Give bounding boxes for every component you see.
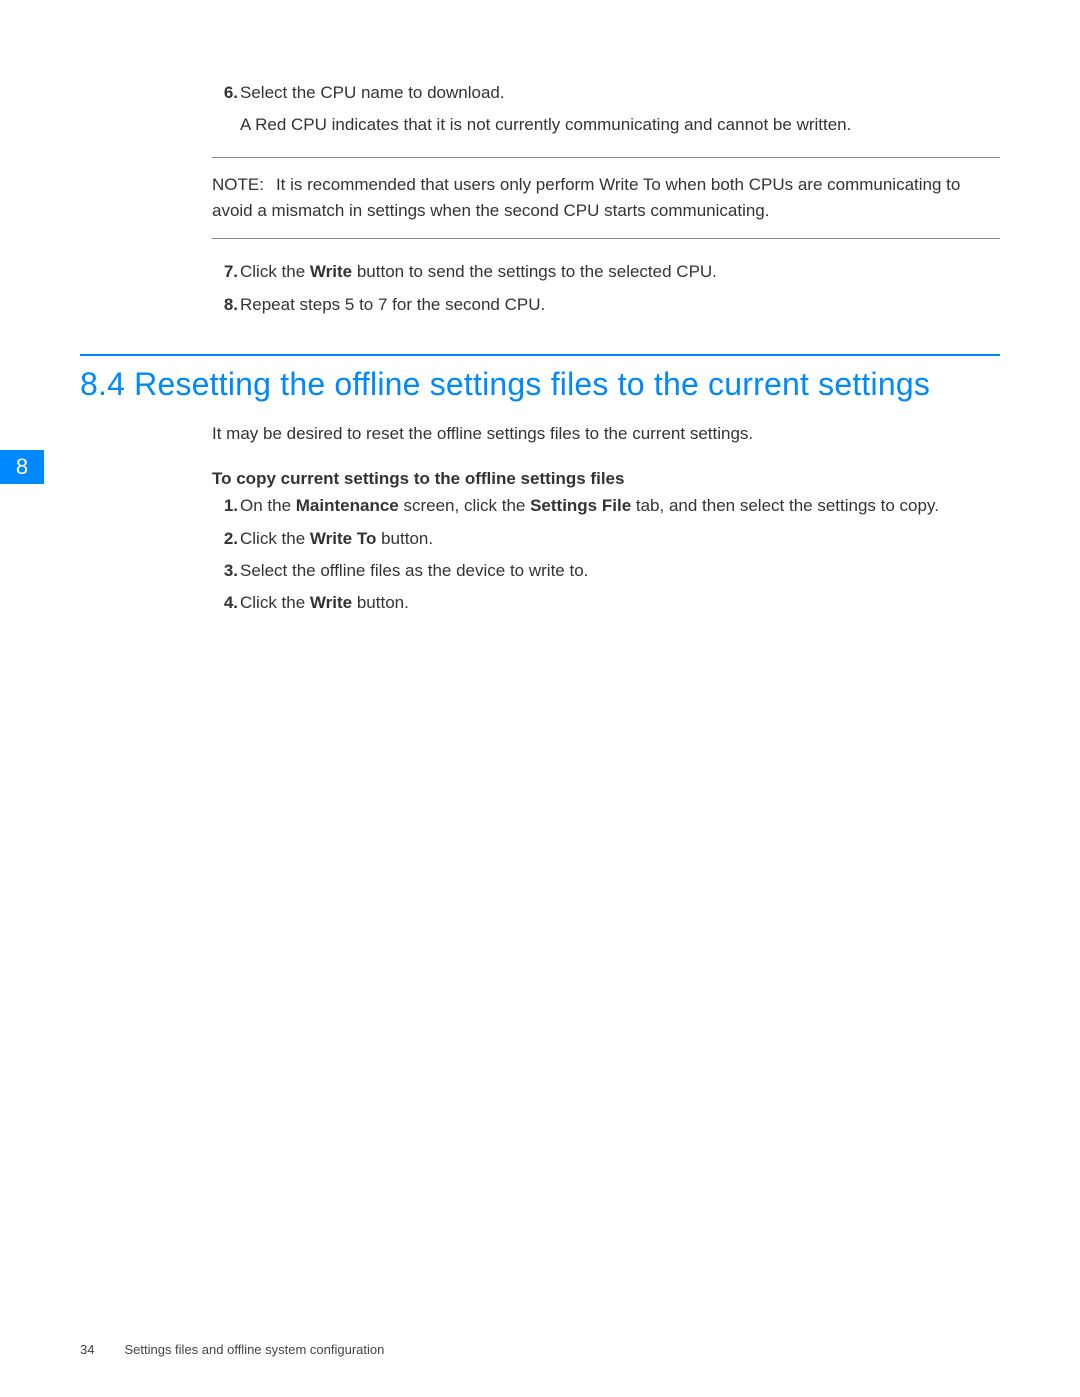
text-bold: Write <box>310 262 352 281</box>
step-7: 7. Click the Write button to send the se… <box>80 259 1000 285</box>
step-8: 8. Repeat steps 5 to 7 for the second CP… <box>80 292 1000 318</box>
text-fragment: button. <box>376 529 433 548</box>
note-label: NOTE: <box>212 175 264 194</box>
sec-step-2: 2. Click the Write To button. <box>80 526 1000 552</box>
sec-step-1: 1. On the Maintenance screen, click the … <box>80 493 1000 519</box>
text-fragment: button. <box>352 593 409 612</box>
step-text: Click the Write button to send the setti… <box>240 259 1000 285</box>
section-rule <box>80 354 1000 356</box>
text-fragment: Click the <box>240 593 310 612</box>
step-number: 6. <box>212 80 238 106</box>
text-fragment: screen, click the <box>399 496 530 515</box>
text-fragment: On the <box>240 496 296 515</box>
text-bold: Settings File <box>530 496 631 515</box>
step-number: 7. <box>212 259 238 285</box>
step-text: Repeat steps 5 to 7 for the second CPU. <box>240 292 1000 318</box>
step-text: Click the Write To button. <box>240 526 1000 552</box>
step-text: Click the Write button. <box>240 590 1000 616</box>
step-number: 3. <box>212 558 238 584</box>
text-fragment: tab, and then select the settings to cop… <box>631 496 939 515</box>
footer-title: Settings files and offline system config… <box>124 1342 384 1357</box>
sec-step-3: 3. Select the offline files as the devic… <box>80 558 1000 584</box>
text-fragment: button to send the settings to the selec… <box>352 262 717 281</box>
step-text: Select the CPU name to download. <box>240 80 1000 106</box>
chapter-tab: 8 <box>0 450 44 484</box>
text-bold: Maintenance <box>296 496 399 515</box>
section-intro: It may be desired to reset the offline s… <box>80 421 1000 447</box>
section-heading: 8.4 Resetting the offline settings files… <box>80 366 1000 403</box>
step-6-sub: A Red CPU indicates that it is not curre… <box>80 112 1000 138</box>
text-fragment: Click the <box>240 529 310 548</box>
section-subheading: To copy current settings to the offline … <box>80 469 1000 489</box>
text-bold: Write To <box>310 529 376 548</box>
divider-bottom <box>212 238 1000 239</box>
page-footer: 34 Settings files and offline system con… <box>80 1342 1000 1357</box>
note-block: NOTE:It is recommended that users only p… <box>80 172 1000 225</box>
step-number: 2. <box>212 526 238 552</box>
page-content: 6. Select the CPU name to download. A Re… <box>0 0 1080 617</box>
step-text: On the Maintenance screen, click the Set… <box>240 493 1000 519</box>
note-text: It is recommended that users only perfor… <box>212 175 960 220</box>
page-number: 34 <box>80 1342 94 1357</box>
step-6: 6. Select the CPU name to download. <box>80 80 1000 106</box>
divider-top <box>212 157 1000 158</box>
step-number: 4. <box>212 590 238 616</box>
step-number: 8. <box>212 292 238 318</box>
text-bold: Write <box>310 593 352 612</box>
step-number: 1. <box>212 493 238 519</box>
sec-step-4: 4. Click the Write button. <box>80 590 1000 616</box>
text-fragment: Click the <box>240 262 310 281</box>
step-text: Select the offline files as the device t… <box>240 558 1000 584</box>
